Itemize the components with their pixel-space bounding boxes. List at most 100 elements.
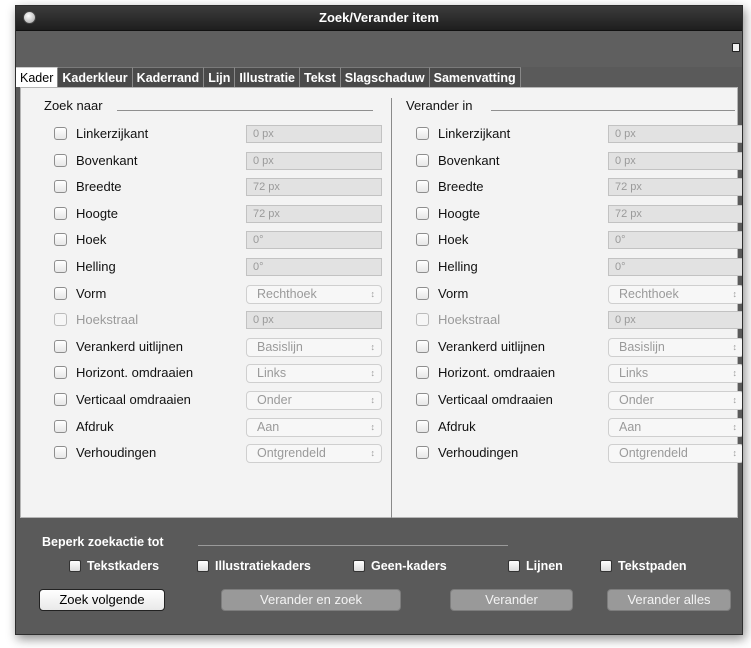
title-bar: Zoek/Verander item	[16, 6, 742, 31]
change-checkbox[interactable]	[416, 286, 429, 300]
change-row-label: Hoekstraal	[438, 312, 501, 328]
restrict-option-label: Lijnen	[526, 559, 563, 573]
tab-kaderrand[interactable]: Kaderrand	[132, 67, 205, 87]
change-checkbox[interactable]	[416, 419, 429, 433]
change-select[interactable]: Links ↕	[608, 364, 742, 384]
find-field[interactable]: 0 px	[246, 151, 382, 170]
tab-tekst[interactable]: Tekst	[300, 67, 341, 87]
change-row: Bovenkant 0 px	[416, 151, 742, 172]
change-checkbox[interactable]	[416, 446, 429, 460]
change-field[interactable]: 72 px	[608, 204, 742, 223]
find-checkbox[interactable]	[54, 339, 67, 353]
find-select-value: Basislijn	[257, 339, 303, 354]
change-field[interactable]: 0°	[608, 258, 742, 276]
find-row-label: Bovenkant	[76, 152, 138, 168]
find-checkbox[interactable]	[54, 260, 67, 273]
find-row: Verticaal omdraaien Onder ↕	[54, 391, 384, 411]
find-checkbox[interactable]	[54, 393, 67, 406]
change-button[interactable]: Verander	[450, 589, 573, 611]
tab-slagschaduw[interactable]: Slagschaduw	[340, 67, 430, 87]
find-checkbox[interactable]	[54, 206, 67, 220]
find-select[interactable]: Ontgrendeld ↕	[246, 444, 382, 464]
restrict-checkbox[interactable]	[197, 560, 209, 572]
restrict-option-label: Illustratiekaders	[215, 559, 311, 573]
restrict-checkbox[interactable]	[353, 560, 365, 572]
change-checkbox[interactable]	[416, 339, 429, 353]
change-checkbox[interactable]	[416, 206, 429, 220]
find-field[interactable]: 0°	[246, 231, 382, 250]
find-checkbox[interactable]	[54, 419, 67, 433]
tab-kader[interactable]: Kader	[16, 67, 59, 87]
change-row: Breedte 72 px	[416, 178, 742, 198]
find-row: Afdruk Aan ↕	[54, 417, 384, 438]
change-checkbox[interactable]	[416, 366, 429, 380]
find-select[interactable]: Basislijn ↕	[246, 337, 382, 357]
change-field[interactable]: 0 px	[608, 151, 742, 170]
restrict-checkbox[interactable]	[69, 560, 81, 572]
up-down-arrows-icon: ↕	[732, 395, 738, 405]
change-select[interactable]: Basislijn ↕	[608, 337, 742, 357]
find-select[interactable]: Rechthoek ↕	[246, 284, 382, 304]
change-checkbox[interactable]	[416, 233, 429, 247]
find-checkbox[interactable]	[54, 446, 67, 460]
change-field[interactable]: 0 px	[608, 311, 742, 330]
find-row: Hoogte 72 px	[54, 204, 384, 225]
find-select[interactable]: Links ↕	[246, 364, 382, 384]
find-row: Helling 0°	[54, 258, 384, 278]
find-checkbox[interactable]	[54, 313, 67, 327]
restrict-checkbox[interactable]	[508, 560, 520, 572]
change-select[interactable]: Rechthoek ↕	[608, 284, 742, 304]
find-select-value: Ontgrendeld	[257, 446, 326, 461]
change-all-button[interactable]: Verander alles	[607, 589, 731, 611]
tab-samenvatting[interactable]: Samenvatting	[429, 67, 521, 87]
find-row: Hoek 0°	[54, 231, 384, 251]
change-row-label: Afdruk	[438, 418, 476, 434]
bottom-area: Beperk zoekactie tot Zoek volgende Veran…	[16, 520, 742, 634]
up-down-arrows-icon: ↕	[370, 448, 376, 459]
find-next-button[interactable]: Zoek volgende	[39, 589, 165, 611]
toolbar-band	[16, 31, 742, 67]
change-select-value: Links	[619, 366, 649, 381]
change-and-find-button[interactable]: Verander en zoek	[221, 589, 401, 611]
find-field[interactable]: 0 px	[246, 311, 382, 330]
find-checkbox[interactable]	[54, 286, 67, 300]
find-row-label: Vorm	[76, 285, 107, 301]
change-select[interactable]: Aan ↕	[608, 417, 742, 437]
restrict-rule	[198, 545, 508, 546]
find-checkbox[interactable]	[54, 180, 67, 194]
restrict-option-label: Tekstpaden	[618, 559, 687, 573]
change-field[interactable]: 0 px	[608, 125, 742, 143]
change-checkbox[interactable]	[416, 127, 429, 140]
tab-lijn[interactable]: Lijn	[204, 67, 236, 87]
find-checkbox[interactable]	[54, 127, 67, 140]
change-select[interactable]: Onder ↕	[608, 391, 742, 410]
find-checkbox[interactable]	[54, 153, 67, 167]
change-checkbox[interactable]	[416, 153, 429, 167]
tab-kaderkleur[interactable]: Kaderkleur	[58, 67, 133, 87]
find-select[interactable]: Aan ↕	[246, 417, 382, 437]
window-toggle-icon[interactable]	[732, 43, 740, 52]
find-checkbox[interactable]	[54, 366, 67, 380]
tab-illustratie[interactable]: Illustratie	[235, 67, 300, 87]
find-row-label: Afdruk	[76, 418, 114, 434]
find-row-label: Breedte	[76, 179, 122, 195]
find-select-value: Onder	[257, 393, 292, 407]
find-field[interactable]: 0°	[246, 258, 382, 276]
find-field[interactable]: 72 px	[246, 204, 382, 223]
change-row: Vorm Rechthoek ↕	[416, 284, 742, 305]
find-row: Hoekstraal 0 px	[54, 311, 384, 331]
change-checkbox[interactable]	[416, 393, 429, 406]
find-change-window: Zoek/Verander item Kader Kaderkleur Kaderr…	[15, 5, 743, 635]
change-select[interactable]: Ontgrendeld ↕	[608, 444, 742, 464]
find-field[interactable]: 72 px	[246, 178, 382, 197]
change-checkbox[interactable]	[416, 260, 429, 273]
change-checkbox[interactable]	[416, 180, 429, 194]
change-field[interactable]: 0°	[608, 231, 742, 250]
change-field[interactable]: 72 px	[608, 178, 742, 197]
restrict-checkbox[interactable]	[600, 560, 612, 572]
find-checkbox[interactable]	[54, 233, 67, 247]
change-checkbox[interactable]	[416, 313, 429, 327]
find-row: Linkerzijkant 0 px	[54, 125, 384, 145]
find-select[interactable]: Onder ↕	[246, 391, 382, 410]
find-field[interactable]: 0 px	[246, 125, 382, 143]
